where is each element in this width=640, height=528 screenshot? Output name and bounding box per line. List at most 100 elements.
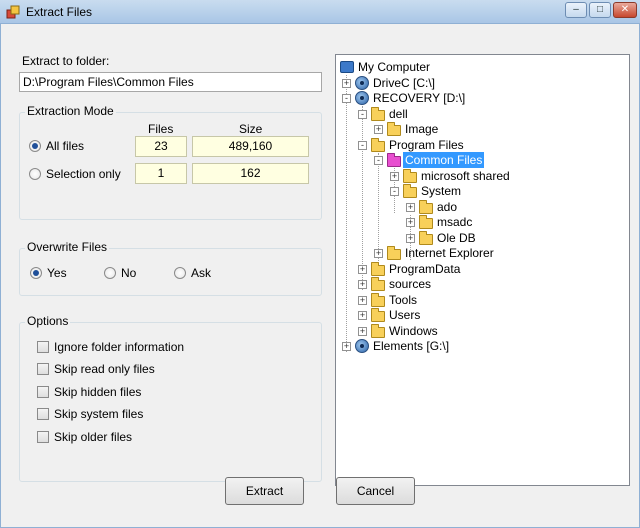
tree-node-ado[interactable]: + ado — [406, 199, 606, 215]
files-column-header: Files — [148, 122, 174, 136]
all-files-radio[interactable] — [29, 140, 41, 152]
tree-node-label: Users — [389, 308, 421, 322]
app-icon — [6, 5, 20, 19]
tree-node-windows[interactable]: + Windows — [358, 323, 558, 339]
expand-icon[interactable]: + — [342, 342, 351, 351]
overwrite-yes-radio[interactable] — [30, 267, 42, 279]
tree-node-recovery-d[interactable]: - RECOVERY [D:\] — [342, 90, 542, 106]
computer-icon — [340, 61, 354, 73]
folder-icon — [371, 324, 385, 338]
tree-node-elements-g[interactable]: + Elements [G:\] — [342, 338, 542, 354]
close-button[interactable]: ✕ — [613, 2, 637, 18]
selection-only-radio[interactable] — [29, 168, 41, 180]
expand-icon[interactable]: + — [358, 280, 367, 289]
tree-node-common-files[interactable]: - Common Files — [374, 152, 574, 168]
tree-node-label-selected: Common Files — [403, 152, 485, 168]
tree-node-label: Program Files — [389, 138, 464, 152]
title-bar[interactable]: Extract Files – □ ✕ — [0, 0, 640, 24]
tree-node-dell[interactable]: - dell — [358, 106, 558, 122]
tree-node-image[interactable]: + Image — [374, 121, 574, 137]
tree-node-label: msadc — [437, 215, 473, 229]
maximize-button[interactable]: □ — [589, 2, 611, 18]
expand-icon[interactable]: + — [358, 311, 367, 320]
tree-node-label: Ole DB — [437, 231, 476, 245]
tree-node-tools[interactable]: + Tools — [358, 292, 558, 308]
skip-system-checkbox[interactable] — [37, 408, 49, 420]
expand-icon[interactable]: + — [358, 327, 367, 336]
tree-node-label: DriveC [C:\] — [373, 76, 436, 90]
tree-node-label: My Computer — [358, 60, 431, 74]
skip-older-label[interactable]: Skip older files — [54, 430, 132, 444]
expand-icon[interactable]: + — [406, 218, 415, 227]
ignore-folder-info-label[interactable]: Ignore folder information — [54, 340, 184, 354]
overwrite-no-label[interactable]: No — [121, 266, 136, 280]
tree-node-microsoft-shared[interactable]: + microsoft shared — [390, 168, 590, 184]
tree-node-label: microsoft shared — [421, 169, 510, 183]
tree-node-label: System — [421, 184, 462, 198]
folder-icon — [387, 122, 401, 136]
all-files-label[interactable]: All files — [46, 139, 84, 153]
overwrite-ask-label[interactable]: Ask — [191, 266, 211, 280]
collapse-icon[interactable]: - — [374, 156, 383, 165]
overwrite-no-radio[interactable] — [104, 267, 116, 279]
collapse-icon[interactable]: - — [390, 187, 399, 196]
selection-size: 162 — [192, 163, 309, 184]
skip-read-only-label[interactable]: Skip read only files — [54, 362, 155, 376]
collapse-icon[interactable]: - — [342, 94, 351, 103]
skip-hidden-checkbox[interactable] — [37, 386, 49, 398]
expand-icon[interactable]: + — [406, 203, 415, 212]
tree-node-drive-c[interactable]: + DriveC [C:\] — [342, 75, 542, 91]
drive-icon — [355, 91, 369, 105]
collapse-icon[interactable]: - — [358, 110, 367, 119]
folder-icon — [419, 215, 433, 229]
selection-count: 1 — [135, 163, 187, 184]
expand-icon[interactable]: + — [390, 172, 399, 181]
folder-icon — [371, 277, 385, 291]
folder-icon — [371, 293, 385, 307]
tree-node-label: ado — [437, 200, 458, 214]
selection-only-label[interactable]: Selection only — [46, 167, 121, 181]
minimize-button[interactable]: – — [565, 2, 587, 18]
extract-to-label: Extract to folder: — [22, 54, 110, 68]
expand-icon[interactable]: + — [374, 249, 383, 258]
expand-icon[interactable]: + — [374, 125, 383, 134]
skip-read-only-checkbox[interactable] — [37, 363, 49, 375]
skip-hidden-label[interactable]: Skip hidden files — [54, 385, 141, 399]
tree-node-label: Windows — [389, 324, 438, 338]
ignore-folder-info-checkbox[interactable] — [37, 341, 49, 353]
overwrite-yes-label[interactable]: Yes — [47, 266, 67, 280]
tree-node-system[interactable]: - System — [390, 183, 590, 199]
folder-icon — [387, 246, 401, 260]
drive-icon — [355, 339, 369, 353]
tree-node-program-files[interactable]: - Program Files — [358, 137, 558, 153]
tree-node-my-computer[interactable]: My Computer — [340, 59, 540, 75]
tree-node-label: Elements [G:\] — [373, 339, 450, 353]
tree-line — [346, 75, 347, 352]
expand-icon[interactable]: + — [406, 234, 415, 243]
extract-button[interactable]: Extract — [225, 477, 304, 505]
folder-icon — [403, 169, 417, 183]
collapse-icon[interactable]: - — [358, 141, 367, 150]
skip-older-checkbox[interactable] — [37, 431, 49, 443]
tree-node-users[interactable]: + Users — [358, 307, 558, 323]
tree-node-msadc[interactable]: + msadc — [406, 214, 606, 230]
expand-icon[interactable]: + — [358, 296, 367, 305]
expand-icon[interactable]: + — [358, 265, 367, 274]
cancel-button[interactable]: Cancel — [336, 477, 415, 505]
window-title: Extract Files — [26, 5, 93, 19]
drive-icon — [355, 76, 369, 90]
tree-node-ole-db[interactable]: + Ole DB — [406, 230, 606, 246]
overwrite-ask-radio[interactable] — [174, 267, 186, 279]
extraction-mode-title: Extraction Mode — [25, 104, 116, 118]
tree-node-sources[interactable]: + sources — [358, 276, 558, 292]
tree-node-label: RECOVERY [D:\] — [373, 91, 466, 105]
extract-to-input[interactable]: D:\Program Files\Common Files — [19, 72, 322, 92]
folder-open-icon — [387, 153, 401, 167]
tree-node-label: Internet Explorer — [405, 246, 494, 260]
skip-system-label[interactable]: Skip system files — [54, 407, 143, 421]
tree-node-programdata[interactable]: + ProgramData — [358, 261, 558, 277]
tree-node-internet-explorer[interactable]: + Internet Explorer — [374, 245, 574, 261]
folder-tree[interactable]: My Computer + DriveC [C:\] - RECOVERY [D… — [335, 54, 630, 486]
expand-icon[interactable]: + — [342, 79, 351, 88]
folder-icon — [419, 231, 433, 245]
